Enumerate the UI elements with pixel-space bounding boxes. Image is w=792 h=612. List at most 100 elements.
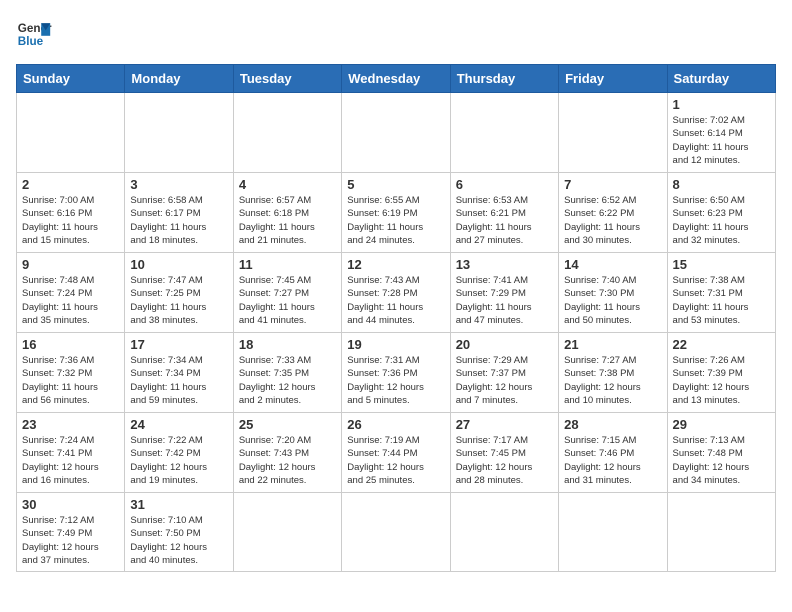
calendar-cell: 12Sunrise: 7:43 AM Sunset: 7:28 PM Dayli…	[342, 253, 450, 333]
day-info: Sunrise: 7:31 AM Sunset: 7:36 PM Dayligh…	[347, 354, 444, 407]
calendar-cell: 29 Sunrise: 7:13 AM Sunset: 7:48 PM Dayli…	[667, 413, 775, 493]
day-number: 3	[130, 177, 227, 192]
calendar-cell: 30 Sunrise: 7:12 AM Sunset: 7:49 PM Dayli…	[17, 493, 125, 572]
day-number: 10	[130, 257, 227, 272]
calendar-cell: 15Sunrise: 7:38 AM Sunset: 7:31 PM Dayli…	[667, 253, 775, 333]
day-number: 25	[239, 417, 336, 432]
day-number: 5	[347, 177, 444, 192]
day-number: 31	[130, 497, 227, 512]
day-info: Sunrise: 7:48 AM Sunset: 7:24 PM Dayligh…	[22, 274, 119, 327]
calendar-cell	[450, 493, 558, 572]
calendar-cell: 18Sunrise: 7:33 AM Sunset: 7:35 PM Dayli…	[233, 333, 341, 413]
day-info: Sunrise: 7:20 AM Sunset: 7:43 PM Dayligh…	[239, 434, 336, 487]
calendar-cell	[125, 93, 233, 173]
week-row-1: 1 Sunrise: 7:02 AM Sunset: 6:14 PM Daylig…	[17, 93, 776, 173]
day-info: Sunrise: 7:15 AM Sunset: 7:46 PM Dayligh…	[564, 434, 661, 487]
calendar-cell	[559, 493, 667, 572]
calendar-cell: 19 Sunrise: 7:31 AM Sunset: 7:36 PM Dayli…	[342, 333, 450, 413]
day-number: 30	[22, 497, 119, 512]
day-info: Sunrise: 7:41 AM Sunset: 7:29 PM Dayligh…	[456, 274, 553, 327]
day-info: Sunrise: 6:57 AM Sunset: 6:18 PM Dayligh…	[239, 194, 336, 247]
week-row-4: 16Sunrise: 7:36 AM Sunset: 7:32 PM Dayli…	[17, 333, 776, 413]
calendar-table: SundayMondayTuesdayWednesdayThursdayFrid…	[16, 64, 776, 572]
day-number: 17	[130, 337, 227, 352]
calendar-cell	[342, 493, 450, 572]
day-info: Sunrise: 7:02 AM Sunset: 6:14 PM Dayligh…	[673, 114, 770, 167]
calendar-cell: 21Sunrise: 7:27 AM Sunset: 7:38 PM Dayli…	[559, 333, 667, 413]
day-number: 4	[239, 177, 336, 192]
calendar-cell: 25 Sunrise: 7:20 AM Sunset: 7:43 PM Dayli…	[233, 413, 341, 493]
day-number: 2	[22, 177, 119, 192]
week-row-3: 9 Sunrise: 7:48 AM Sunset: 7:24 PM Daylig…	[17, 253, 776, 333]
day-number: 1	[673, 97, 770, 112]
day-number: 11	[239, 257, 336, 272]
day-number: 9	[22, 257, 119, 272]
day-number: 8	[673, 177, 770, 192]
svg-text:Blue: Blue	[18, 35, 44, 48]
calendar-cell: 7Sunrise: 6:52 AM Sunset: 6:22 PM Daylig…	[559, 173, 667, 253]
day-number: 23	[22, 417, 119, 432]
calendar-cell: 8 Sunrise: 6:50 AM Sunset: 6:23 PM Daylig…	[667, 173, 775, 253]
day-info: Sunrise: 7:10 AM Sunset: 7:50 PM Dayligh…	[130, 514, 227, 567]
day-info: Sunrise: 7:43 AM Sunset: 7:28 PM Dayligh…	[347, 274, 444, 327]
calendar-cell: 16Sunrise: 7:36 AM Sunset: 7:32 PM Dayli…	[17, 333, 125, 413]
day-number: 24	[130, 417, 227, 432]
day-number: 21	[564, 337, 661, 352]
day-number: 28	[564, 417, 661, 432]
day-info: Sunrise: 7:34 AM Sunset: 7:34 PM Dayligh…	[130, 354, 227, 407]
calendar-cell: 20 Sunrise: 7:29 AM Sunset: 7:37 PM Dayli…	[450, 333, 558, 413]
day-number: 13	[456, 257, 553, 272]
day-info: Sunrise: 7:19 AM Sunset: 7:44 PM Dayligh…	[347, 434, 444, 487]
calendar-cell: 23Sunrise: 7:24 AM Sunset: 7:41 PM Dayli…	[17, 413, 125, 493]
day-info: Sunrise: 7:29 AM Sunset: 7:37 PM Dayligh…	[456, 354, 553, 407]
day-number: 26	[347, 417, 444, 432]
day-info: Sunrise: 6:53 AM Sunset: 6:21 PM Dayligh…	[456, 194, 553, 247]
weekday-header-wednesday: Wednesday	[342, 65, 450, 93]
calendar-cell: 22Sunrise: 7:26 AM Sunset: 7:39 PM Dayli…	[667, 333, 775, 413]
weekday-header-friday: Friday	[559, 65, 667, 93]
calendar-cell: 10Sunrise: 7:47 AM Sunset: 7:25 PM Dayli…	[125, 253, 233, 333]
day-info: Sunrise: 7:38 AM Sunset: 7:31 PM Dayligh…	[673, 274, 770, 327]
calendar-cell: 11Sunrise: 7:45 AM Sunset: 7:27 PM Dayli…	[233, 253, 341, 333]
week-row-5: 23Sunrise: 7:24 AM Sunset: 7:41 PM Dayli…	[17, 413, 776, 493]
day-number: 22	[673, 337, 770, 352]
calendar-cell: 13 Sunrise: 7:41 AM Sunset: 7:29 PM Dayli…	[450, 253, 558, 333]
calendar-cell: 4 Sunrise: 6:57 AM Sunset: 6:18 PM Daylig…	[233, 173, 341, 253]
calendar-cell: 9 Sunrise: 7:48 AM Sunset: 7:24 PM Daylig…	[17, 253, 125, 333]
day-number: 14	[564, 257, 661, 272]
day-info: Sunrise: 7:17 AM Sunset: 7:45 PM Dayligh…	[456, 434, 553, 487]
day-info: Sunrise: 7:22 AM Sunset: 7:42 PM Dayligh…	[130, 434, 227, 487]
day-number: 27	[456, 417, 553, 432]
day-info: Sunrise: 6:58 AM Sunset: 6:17 PM Dayligh…	[130, 194, 227, 247]
weekday-header-tuesday: Tuesday	[233, 65, 341, 93]
day-info: Sunrise: 7:33 AM Sunset: 7:35 PM Dayligh…	[239, 354, 336, 407]
calendar-cell: 24 Sunrise: 7:22 AM Sunset: 7:42 PM Dayli…	[125, 413, 233, 493]
weekday-header-thursday: Thursday	[450, 65, 558, 93]
calendar-cell	[233, 493, 341, 572]
day-number: 19	[347, 337, 444, 352]
calendar-cell: 17 Sunrise: 7:34 AM Sunset: 7:34 PM Dayli…	[125, 333, 233, 413]
calendar-cell: 14Sunrise: 7:40 AM Sunset: 7:30 PM Dayli…	[559, 253, 667, 333]
weekday-header-monday: Monday	[125, 65, 233, 93]
day-number: 29	[673, 417, 770, 432]
calendar-cell: 26 Sunrise: 7:19 AM Sunset: 7:44 PM Dayli…	[342, 413, 450, 493]
calendar-cell: 6Sunrise: 6:53 AM Sunset: 6:21 PM Daylig…	[450, 173, 558, 253]
day-info: Sunrise: 7:12 AM Sunset: 7:49 PM Dayligh…	[22, 514, 119, 567]
day-number: 20	[456, 337, 553, 352]
weekday-header-sunday: Sunday	[17, 65, 125, 93]
calendar-cell	[17, 93, 125, 173]
calendar-cell: 31 Sunrise: 7:10 AM Sunset: 7:50 PM Dayli…	[125, 493, 233, 572]
calendar-cell: 3 Sunrise: 6:58 AM Sunset: 6:17 PM Daylig…	[125, 173, 233, 253]
day-number: 7	[564, 177, 661, 192]
calendar-cell	[450, 93, 558, 173]
weekday-header-row: SundayMondayTuesdayWednesdayThursdayFrid…	[17, 65, 776, 93]
page-header: General Blue	[16, 16, 776, 52]
calendar-cell	[233, 93, 341, 173]
day-info: Sunrise: 6:50 AM Sunset: 6:23 PM Dayligh…	[673, 194, 770, 247]
calendar-cell: 27 Sunrise: 7:17 AM Sunset: 7:45 PM Dayli…	[450, 413, 558, 493]
calendar-cell	[667, 493, 775, 572]
calendar-cell	[559, 93, 667, 173]
logo-area: General Blue	[16, 16, 52, 52]
calendar-cell	[342, 93, 450, 173]
day-info: Sunrise: 7:13 AM Sunset: 7:48 PM Dayligh…	[673, 434, 770, 487]
